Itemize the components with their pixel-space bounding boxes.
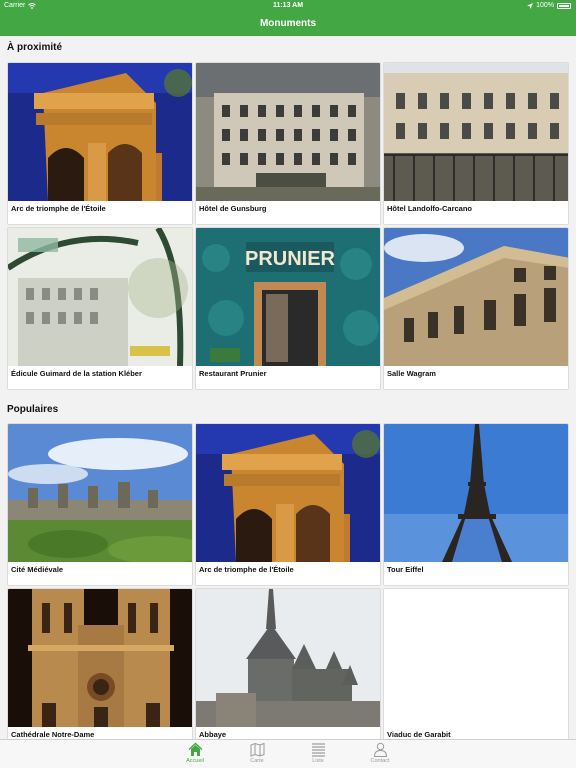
monument-card-cite-medievale[interactable]: Cité Médiévale <box>7 423 193 586</box>
monument-card-label: Arc de triomphe de l'Étoile <box>11 204 106 213</box>
tab-contact[interactable]: Contact <box>350 742 410 768</box>
monument-photo <box>196 63 380 201</box>
nav-bar: Monuments <box>0 13 576 36</box>
tab-accueil[interactable]: Accueil <box>165 742 225 768</box>
section-title-popular: Populaires <box>7 404 59 415</box>
monument-photo <box>384 63 568 201</box>
monument-photo <box>8 63 192 201</box>
monument-photo: PRUNIER <box>196 228 380 366</box>
monument-card-salle-wagram[interactable]: Salle Wagram <box>383 227 569 390</box>
battery-icon <box>557 2 571 9</box>
tab-bar: Accueil Carte Liste Contact <box>0 739 576 768</box>
monument-card-notre-dame[interactable]: Cathédrale Notre-Dame <box>7 588 193 739</box>
home-icon <box>188 742 202 756</box>
tab-carte[interactable]: Carte <box>227 742 287 768</box>
tab-label: Contact <box>370 758 390 764</box>
monument-card-hotel-landolfo-carcano[interactable]: Hôtel Landolfo-Carcano <box>383 62 569 225</box>
status-bar: Carrier 11:13 AM 100% <box>0 0 576 13</box>
map-icon <box>250 742 264 757</box>
status-time: 11:13 AM <box>272 2 304 9</box>
monument-photo <box>196 424 380 562</box>
battery-percent: 100% <box>536 2 554 9</box>
monument-card-edicule-guimard[interactable]: Édicule Guimard de la station Kléber <box>7 227 193 390</box>
monument-photo <box>196 589 380 727</box>
monument-photo <box>8 228 192 366</box>
tab-label: Accueil <box>186 758 204 764</box>
monument-card-label: Salle Wagram <box>387 369 436 378</box>
monument-photo <box>8 424 192 562</box>
tab-liste[interactable]: Liste <box>288 742 348 768</box>
home-scroll-content[interactable]: À proximité Arc de triomphe de l'Étoile <box>0 36 576 739</box>
monument-card-label: Cité Médiévale <box>11 565 64 574</box>
prunier-sign-text: PRUNIER <box>245 248 336 270</box>
monument-photo-placeholder <box>384 589 568 727</box>
monument-photo <box>8 589 192 727</box>
location-arrow-icon <box>527 2 534 9</box>
page-title: Monuments <box>259 18 317 29</box>
tab-label: Carte <box>250 758 264 764</box>
status-right-group: 100% <box>527 2 571 9</box>
person-icon <box>373 742 387 757</box>
monument-card-arc-de-triomphe-popular[interactable]: Arc de triomphe de l'Étoile <box>195 423 381 586</box>
monument-photo <box>384 228 568 366</box>
monument-card-viaduc-de-garabit[interactable]: Viaduc de Garabit <box>383 588 569 739</box>
monument-card-label: Viaduc de Garabit <box>387 730 451 739</box>
monument-card-abbaye[interactable]: Abbaye <box>195 588 381 739</box>
tab-label: Liste <box>312 758 324 764</box>
monument-card-label: Édicule Guimard de la station Kléber <box>11 369 142 378</box>
section-title-nearby: À proximité <box>7 42 63 53</box>
monument-card-arc-de-triomphe[interactable]: Arc de triomphe de l'Étoile <box>7 62 193 225</box>
monument-photo <box>384 424 568 562</box>
monument-card-label: Hôtel de Gunsburg <box>199 204 267 213</box>
monument-card-restaurant-prunier[interactable]: PRUNIER Restaurant Prunier <box>195 227 381 390</box>
monument-card-hotel-de-gunsburg[interactable]: Hôtel de Gunsburg <box>195 62 381 225</box>
monument-card-tour-eiffel[interactable]: Tour Eiffel <box>383 423 569 586</box>
monument-card-label: Cathédrale Notre-Dame <box>11 730 95 739</box>
monument-card-label: Tour Eiffel <box>387 565 424 574</box>
monument-card-label: Abbaye <box>199 730 227 739</box>
monument-card-label: Hôtel Landolfo-Carcano <box>387 204 473 213</box>
monument-card-label: Restaurant Prunier <box>199 369 267 378</box>
monument-card-label: Arc de triomphe de l'Étoile <box>199 565 294 574</box>
list-icon <box>311 743 325 757</box>
